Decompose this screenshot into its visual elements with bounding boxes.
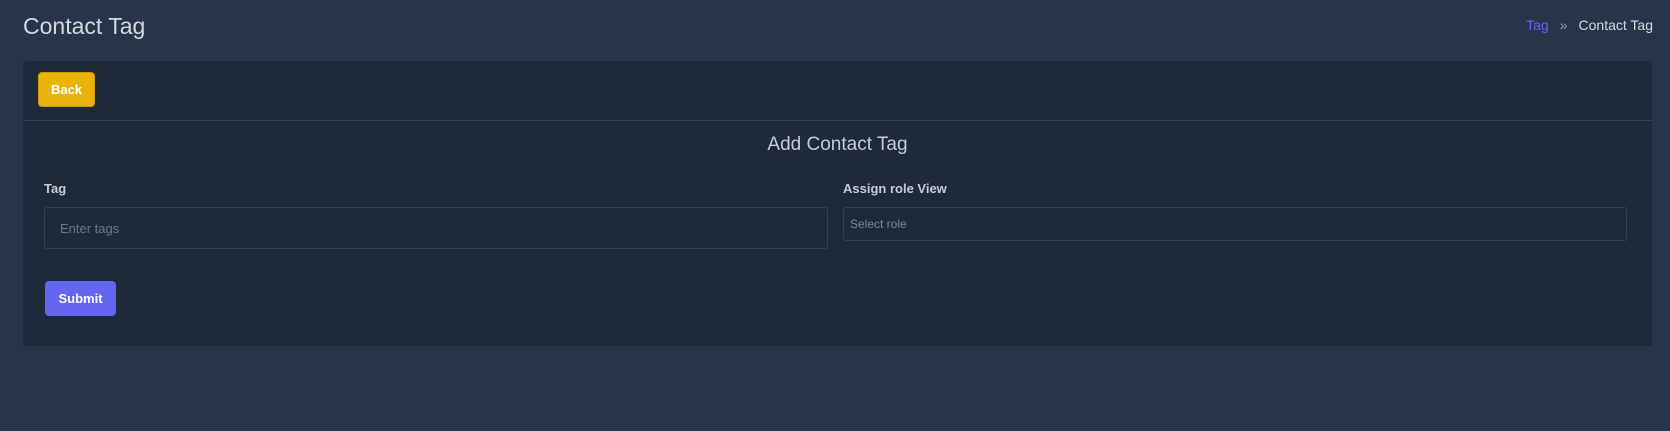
tag-label: Tag [44, 181, 67, 196]
role-select[interactable]: Select role [843, 207, 1627, 241]
breadcrumb: Tag » Contact Tag [1526, 15, 1653, 35]
breadcrumb-link-tag[interactable]: Tag [1526, 15, 1549, 35]
form-title: Add Contact Tag [767, 134, 908, 155]
form-card: Back [23, 61, 1652, 346]
breadcrumb-separator-icon: » [1559, 17, 1568, 33]
page-title: Contact Tag [23, 13, 146, 39]
submit-button[interactable]: Submit [45, 281, 116, 316]
tag-input[interactable] [44, 207, 828, 249]
card-header: Back [23, 61, 1652, 121]
assign-role-label: Assign role View [843, 181, 947, 196]
page-header: Contact Tag Tag » Contact Tag [23, 0, 1653, 52]
role-select-placeholder: Select role [850, 217, 907, 231]
breadcrumb-current: Contact Tag [1578, 17, 1653, 33]
back-button[interactable]: Back [38, 72, 95, 107]
